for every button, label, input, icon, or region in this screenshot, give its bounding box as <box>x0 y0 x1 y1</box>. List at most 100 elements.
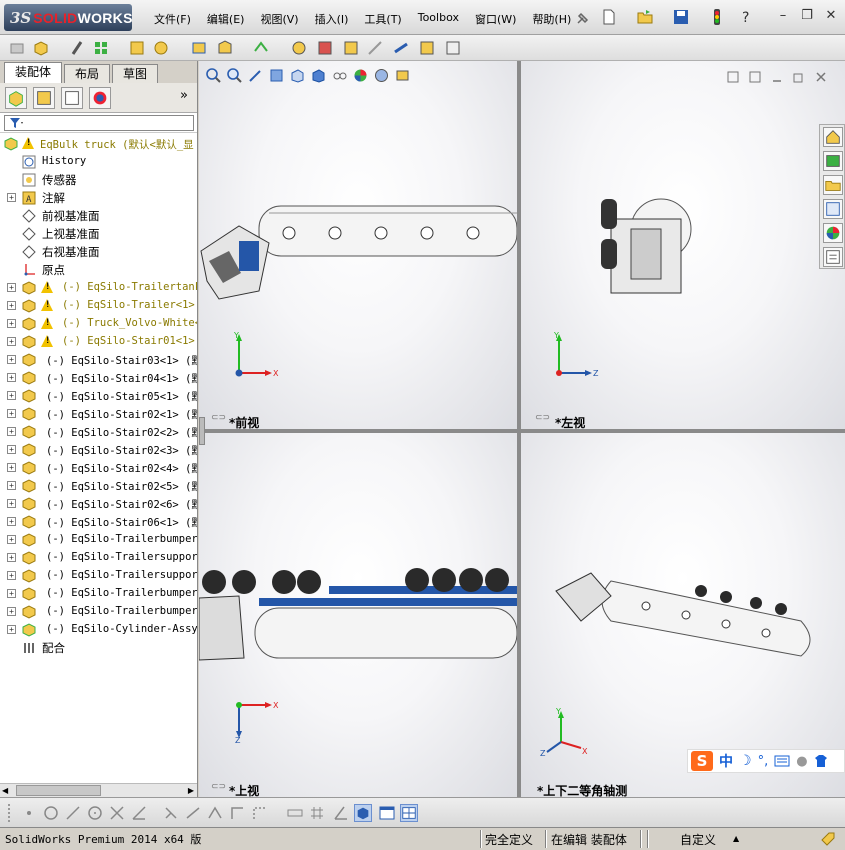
expand-icon[interactable]: + <box>7 355 16 364</box>
trim-icon[interactable] <box>108 804 126 822</box>
tree-item[interactable]: + (-) EqSilo-Stair02<1> (默 <box>0 405 197 423</box>
restore-icon[interactable]: ❐ <box>800 9 814 23</box>
unit-system-selector[interactable]: 自定义 <box>680 831 716 848</box>
solidworks-logo[interactable]: 3S SOLIDWORKS <box>4 4 132 31</box>
link-views-icon[interactable]: ⊂⊃ <box>211 413 226 423</box>
appearances-icon[interactable] <box>823 223 843 243</box>
expand-icon[interactable]: + <box>7 391 16 400</box>
section-view-icon[interactable] <box>268 67 285 84</box>
half-width-moon-icon[interactable]: ☽ <box>739 753 752 769</box>
view-palette-icon[interactable] <box>823 199 843 219</box>
new-document-icon[interactable] <box>600 8 618 26</box>
four-view-icon[interactable] <box>400 804 418 822</box>
tree-item[interactable]: + (-) EqSilo-Stair05<1> (默 <box>0 387 197 405</box>
link-views-button-icon[interactable] <box>727 71 739 83</box>
tree-item[interactable]: + (-) EqSilo-Stair02<2> (默 <box>0 423 197 441</box>
grid-icon[interactable] <box>308 804 326 822</box>
tree-item[interactable]: + (-) EqSilo-Cylinder-Assy< <box>0 621 197 639</box>
design-library-icon[interactable] <box>823 151 843 171</box>
tree-item[interactable]: + (-) EqSilo-Stair04<1> (默 <box>0 369 197 387</box>
tree-item[interactable]: + (-) EqSilo-Trailerbumper- <box>0 585 197 603</box>
mate-icon[interactable] <box>68 39 86 57</box>
menu-edit[interactable]: 编辑(E) <box>199 11 253 27</box>
update-speedpak-icon[interactable] <box>418 39 436 57</box>
show-hidden-icon[interactable] <box>190 39 208 57</box>
line-icon[interactable] <box>64 804 82 822</box>
expand-icon[interactable]: + <box>7 409 16 418</box>
tree-item[interactable]: + (-) Truck_Volvo-White<1 <box>0 315 197 333</box>
expand-icon[interactable]: + <box>7 589 16 598</box>
expand-icon[interactable]: + <box>7 607 16 616</box>
property-manager-icon[interactable] <box>33 87 55 109</box>
expand-icon[interactable]: + <box>7 319 16 328</box>
tree-item[interactable]: + (-) EqSilo-Stair02<6> (默 <box>0 495 197 513</box>
tree-horizontal-scrollbar[interactable]: ◀ ▶ <box>0 783 197 797</box>
menu-tools[interactable]: 工具(T) <box>356 11 409 27</box>
menu-insert[interactable]: 插入(I) <box>307 11 357 27</box>
unit-dropdown-icon[interactable]: ▲ <box>733 834 739 843</box>
scroll-left-icon[interactable]: ◀ <box>2 786 8 795</box>
expand-icon[interactable]: + <box>7 283 16 292</box>
expand-icon[interactable]: + <box>7 463 16 472</box>
menu-file[interactable]: 文件(F) <box>146 11 199 27</box>
corner-icon[interactable] <box>228 804 246 822</box>
link-views-icon-left[interactable]: ⊂⊃ <box>535 413 550 423</box>
graphics-area[interactable]: Y X ⊂⊃ *前视 Y Z ⊂⊃ *左视 X Z ⊂⊃ *上视 Y X Z *… <box>199 61 845 797</box>
tree-item[interactable]: History <box>0 153 197 171</box>
expand-icon[interactable]: + <box>7 625 16 634</box>
file-explorer-icon[interactable] <box>823 175 843 195</box>
tree-item[interactable]: + (-) EqSilo-Trailer<1> <box>0 297 197 315</box>
tree-item[interactable]: 配合 <box>0 639 197 657</box>
save-icon[interactable] <box>672 8 690 26</box>
point-icon[interactable] <box>20 804 38 822</box>
offset-icon[interactable] <box>206 804 224 822</box>
new-motion-study-icon[interactable] <box>290 39 308 57</box>
viewport-front[interactable]: Y X ⊂⊃ *前视 <box>199 61 517 429</box>
expand-icon[interactable]: + <box>7 337 16 346</box>
expand-icon[interactable]: + <box>7 535 16 544</box>
tree-item[interactable]: + (-) EqSilo-Stair02<5> (默 <box>0 477 197 495</box>
assembly-icon[interactable] <box>8 39 26 57</box>
centerpoint-circle-icon[interactable] <box>86 804 104 822</box>
edit-appearance-icon[interactable] <box>352 67 369 84</box>
toolbar-grip[interactable] <box>8 804 11 822</box>
viewport-minimize-icon[interactable] <box>771 71 783 83</box>
open-folder-icon[interactable] <box>636 8 654 26</box>
tree-item[interactable]: + (-) EqSilo-Trailerbumper< <box>0 531 197 549</box>
zoom-to-fit-icon[interactable] <box>205 67 222 84</box>
expand-panel-icon[interactable]: » <box>180 88 188 103</box>
menu-view[interactable]: 视图(V) <box>252 11 306 27</box>
tab-assembly[interactable]: 装配体 <box>4 62 63 83</box>
reference-geometry-icon[interactable] <box>252 39 270 57</box>
angle-icon[interactable] <box>130 804 148 822</box>
feature-manager-icon[interactable] <box>5 87 27 109</box>
tree-item[interactable]: + (-) EqSilo-Trailersupport <box>0 549 197 567</box>
tree-item[interactable]: + A 注解 <box>0 189 197 207</box>
expand-icon[interactable]: + <box>7 373 16 382</box>
expand-icon[interactable]: + <box>7 499 16 508</box>
expand-icon[interactable]: + <box>7 301 16 310</box>
viewport-left[interactable]: Y Z ⊂⊃ *左视 <box>521 61 845 429</box>
instant3d-icon[interactable] <box>392 39 410 57</box>
tree-item[interactable]: + (-) EqSilo-Stair06<1> (默 <box>0 513 197 531</box>
insert-component-icon[interactable] <box>32 39 50 57</box>
scroll-right-icon[interactable]: ▶ <box>188 786 194 795</box>
tree-item[interactable]: + (-) EqSilo-Stair02<3> (默 <box>0 441 197 459</box>
expand-icon[interactable]: + <box>7 427 16 436</box>
move-component-icon[interactable] <box>152 39 170 57</box>
ime-toolbar[interactable]: S 中 ☽ °, ● <box>687 749 845 773</box>
zoom-area-icon[interactable] <box>226 67 243 84</box>
minimize-icon[interactable]: – <box>776 9 790 23</box>
tree-item[interactable]: + (-) EqSilo-Stair02<4> (默 <box>0 459 197 477</box>
menu-window[interactable]: 窗口(W) <box>467 11 524 27</box>
assembly-features-icon[interactable] <box>216 39 234 57</box>
explode-line-sketch-icon[interactable] <box>366 39 384 57</box>
expand-icon[interactable]: + <box>7 553 16 562</box>
viewport-restore-icon[interactable] <box>793 71 805 83</box>
circle-icon[interactable] <box>42 804 60 822</box>
tab-layout[interactable]: 布局 <box>64 64 111 83</box>
tree-filter-input[interactable] <box>4 115 194 131</box>
expand-icon[interactable]: + <box>7 445 16 454</box>
dimension-icon[interactable] <box>184 804 202 822</box>
mirror-icon[interactable] <box>162 804 180 822</box>
